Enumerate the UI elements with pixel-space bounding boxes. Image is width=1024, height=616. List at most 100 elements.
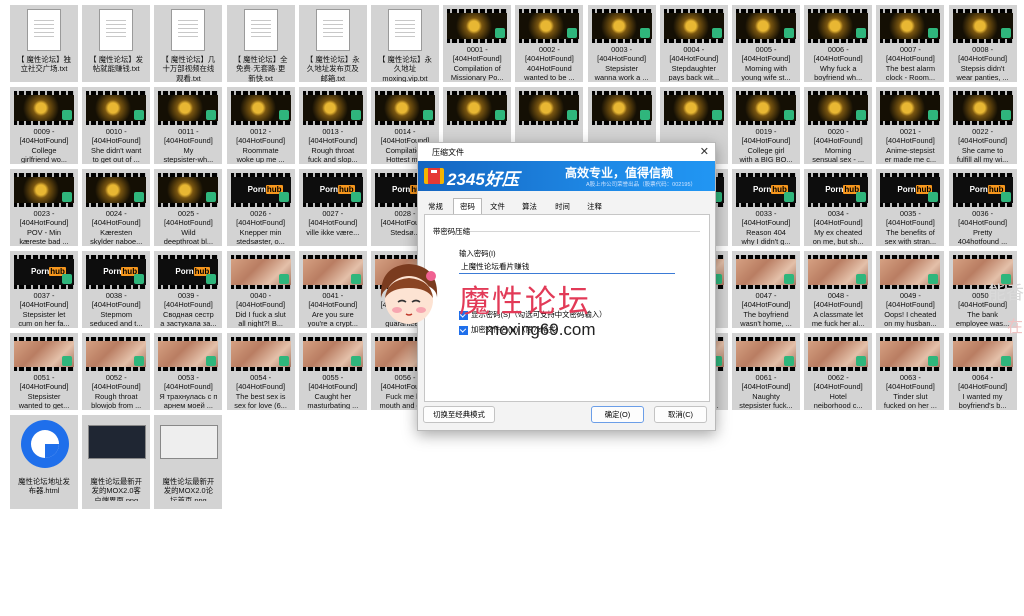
dialog-tab[interactable]: 时间 xyxy=(548,199,577,214)
file-item[interactable]: 【 魔性论坛】永 久地址 moxing.vip.txt xyxy=(371,5,439,82)
file-item[interactable]: 0019 - [404HotFound] College girl with a… xyxy=(732,87,800,164)
dialog-tab[interactable]: 文件 xyxy=(484,199,511,214)
file-item[interactable]: 0009 - [404HotFound] College girlfriend … xyxy=(10,87,78,164)
file-item[interactable]: 【 魔性论坛】永 久地址发布页及 邮箱.txt xyxy=(298,5,367,82)
video-thumbnail xyxy=(880,255,941,289)
file-name: 魔性论坛最新开 发的MOX2.0客 户端界面.png xyxy=(90,477,143,501)
file-item[interactable]: 0051 - [404HotFound] Stepsister wanted t… xyxy=(10,333,78,410)
file-item[interactable]: 0008 - [404HotFound] Stepsis didn't wear… xyxy=(948,5,1017,82)
file-name: 魔性论坛最新开 发的MOX2.0论 坛首页.png xyxy=(162,477,215,501)
dialog-tab[interactable]: 常规 xyxy=(422,199,449,214)
edge-text-gray: 能香 xyxy=(988,283,1024,303)
file-item[interactable]: 0003 - [404HotFound] Stepsister wanna wo… xyxy=(587,5,656,82)
dialog-tab[interactable]: 密码 xyxy=(453,198,482,215)
file-item[interactable]: 【 魔性论坛】几 十万部视频在线 观看.txt xyxy=(154,5,223,82)
file-item[interactable]: 0063 - [404HotFound] Tinder slut fucked … xyxy=(876,333,945,410)
file-item[interactable]: 0049 - [404HotFound] Oops! I cheated on … xyxy=(876,251,945,328)
file-item[interactable]: Pornhub 0026 - [404HotFound] Knepper min … xyxy=(226,169,295,246)
file-item[interactable]: 0010 - [404HotFound] She didn't want to … xyxy=(82,87,151,164)
video-thumbnail xyxy=(230,255,291,289)
file-item[interactable]: 0048 - [404HotFound] A classmate let me … xyxy=(804,251,873,328)
file-item[interactable]: 0006 - [404HotFound] Why fuck a boyfrien… xyxy=(804,5,873,82)
file-name: 0023 - [404HotFound] POV - Min kæreste b… xyxy=(19,209,69,245)
file-item[interactable]: 0002 - [404HotFound] 404HotFound wanted … xyxy=(515,5,584,82)
video-thumbnail: Pornhub xyxy=(880,173,941,207)
file-name: 【 魔性论坛】独 立社交广场.txt xyxy=(17,55,71,74)
file-item[interactable]: 0047 - [404HotFound] The boyfriend wasn'… xyxy=(732,251,800,328)
section-divider xyxy=(470,231,700,232)
thumbnail-brand: Pornhub xyxy=(897,185,933,194)
browser-file-icon xyxy=(21,420,69,468)
file-name: 0021 - [404HotFound] Anime-stepsist er m… xyxy=(884,127,937,163)
video-thumbnail xyxy=(663,9,724,43)
file-item[interactable]: 【 魔性论坛】发 帖就能赚钱.txt xyxy=(82,5,151,82)
switch-classic-mode-button[interactable]: 切换至经典模式 xyxy=(423,406,495,423)
file-item[interactable]: 0021 - [404HotFound] Anime-stepsist er m… xyxy=(876,87,945,164)
file-item[interactable]: 0004 - [404HotFound] Stepdaughter pays b… xyxy=(659,5,728,82)
file-item[interactable]: Pornhub 0037 - [404HotFound] Stepsister l… xyxy=(10,251,78,328)
dialog-tab[interactable]: 注释 xyxy=(581,199,608,214)
file-item[interactable]: 0022 - [404HotFound] She came to fulfill… xyxy=(948,87,1017,164)
file-item[interactable]: 0064 - [404HotFound] I wanted my boyfrie… xyxy=(948,333,1017,410)
file-item[interactable]: Pornhub 0034 - [404HotFound] My ex cheate… xyxy=(804,169,873,246)
file-item[interactable]: 魔性论坛最新开 发的MOX2.0客 户端界面.png xyxy=(82,415,151,509)
file-item[interactable]: 0013 - [404HotFound] Rough throat fuck a… xyxy=(298,87,367,164)
video-thumbnail xyxy=(880,91,941,125)
file-item[interactable]: 【 魔性论坛】全 免费·无套路·更 新快.txt xyxy=(226,5,295,82)
file-name: 0038 - [404HotFound] Stepmom seduced and… xyxy=(89,291,143,327)
file-item[interactable]: 0012 - [404HotFound] Roommate woke up me… xyxy=(226,87,295,164)
file-item[interactable]: 0041 - [404HotFound] Are you sure you're… xyxy=(298,251,367,328)
file-item[interactable]: 魔性论坛地址发 布器.html xyxy=(10,415,78,509)
file-item[interactable]: 0005 - [404HotFound] Morning with young … xyxy=(732,5,800,82)
file-item[interactable]: 0053 - [404HotFound] Я трахнулась с п ар… xyxy=(154,333,223,410)
file-item[interactable]: 0020 - [404HotFound] Morning sensual sex… xyxy=(804,87,873,164)
ok-button[interactable]: 确定(O) xyxy=(591,406,644,423)
player-badge-icon xyxy=(856,28,867,38)
file-item[interactable]: Pornhub 0036 - [404HotFound] Pretty 404ho… xyxy=(948,169,1017,246)
password-label: 输入密码(I) xyxy=(459,249,496,258)
video-thumbnail xyxy=(230,337,291,371)
file-name: 0061 - [404HotFound] Naughty stepsister … xyxy=(739,373,793,409)
file-item[interactable]: Pornhub 0033 - [404HotFound] Reason 404 w… xyxy=(732,169,800,246)
checkbox-checked-icon xyxy=(459,325,468,335)
file-item[interactable]: 0001 - [404HotFound] Compilation of Miss… xyxy=(443,5,512,82)
file-name: 0012 - [404HotFound] Roommate woke up me… xyxy=(236,127,286,163)
close-icon[interactable]: ✕ xyxy=(700,145,709,158)
file-item[interactable]: 0025 - [404HotFound] Wild deepthroat bl.… xyxy=(154,169,223,246)
text-file-icon xyxy=(243,9,278,51)
file-item[interactable]: 0023 - [404HotFound] POV - Min kæreste b… xyxy=(10,169,78,246)
file-item[interactable]: Pornhub 0038 - [404HotFound] Stepmom sedu… xyxy=(82,251,151,328)
file-item[interactable]: Pornhub 0039 - [404HotFound] Сводная сест… xyxy=(154,251,223,328)
player-badge-icon xyxy=(856,110,867,120)
brand-name: 2345好压 xyxy=(447,170,519,189)
file-item[interactable]: 0040 - [404HotFound] Did I fuck a slut a… xyxy=(226,251,295,328)
video-thumbnail xyxy=(952,91,1013,125)
player-badge-icon xyxy=(639,110,650,120)
file-item[interactable]: 0024 - [404HotFound] Kæresten skylder na… xyxy=(82,169,151,246)
video-thumbnail xyxy=(158,337,219,371)
file-item[interactable]: Pornhub 0035 - [404HotFound] The benefits… xyxy=(876,169,945,246)
player-badge-icon xyxy=(495,110,506,120)
thumbnail-brand: Pornhub xyxy=(103,267,139,276)
file-item[interactable]: 0061 - [404HotFound] Naughty stepsister … xyxy=(732,333,800,410)
dialog-tab[interactable]: 算法 xyxy=(516,199,543,214)
image-thumbnail xyxy=(88,425,147,459)
file-item[interactable]: 【 魔性论坛】独 立社交广场.txt xyxy=(10,5,78,82)
cancel-button[interactable]: 取消(C) xyxy=(654,406,707,423)
file-item[interactable]: 0011 - [404HotFound] My stepsister-wh... xyxy=(154,87,223,164)
file-name: 0049 - [404HotFound] Oops! I cheated on … xyxy=(884,291,937,327)
password-input[interactable] xyxy=(459,260,675,274)
dialog-titlebar[interactable]: 压缩文件 ✕ xyxy=(418,143,715,161)
video-thumbnail: Pornhub xyxy=(302,173,363,207)
file-item[interactable]: 0007 - [404HotFound] The best alarm cloc… xyxy=(876,5,945,82)
file-item[interactable]: 0054 - [404HotFound] The best sex is sex… xyxy=(226,333,295,410)
file-item[interactable]: 0062 - [404HotFound] Hotel neiborhood c.… xyxy=(804,333,873,410)
file-item[interactable]: 0055 - [404HotFound] Caught her masturba… xyxy=(298,333,367,410)
file-item[interactable]: 魔性论坛最新开 发的MOX2.0论 坛首页.png xyxy=(154,415,223,509)
player-badge-icon xyxy=(856,274,867,284)
file-item[interactable]: 0052 - [404HotFound] Rough throat blowjo… xyxy=(82,333,151,410)
file-name: 0006 - [404HotFound] Why fuck a boyfrien… xyxy=(813,45,863,81)
file-item[interactable]: Pornhub 0027 - [404HotFound] ville ikke v… xyxy=(298,169,367,246)
brand-banner: 2345好压 高效专业，值得信赖 A股上市公司荣誉出品（股票代码：002195） xyxy=(418,161,715,191)
file-name: 0001 - [404HotFound] Compilation of Miss… xyxy=(450,45,504,81)
